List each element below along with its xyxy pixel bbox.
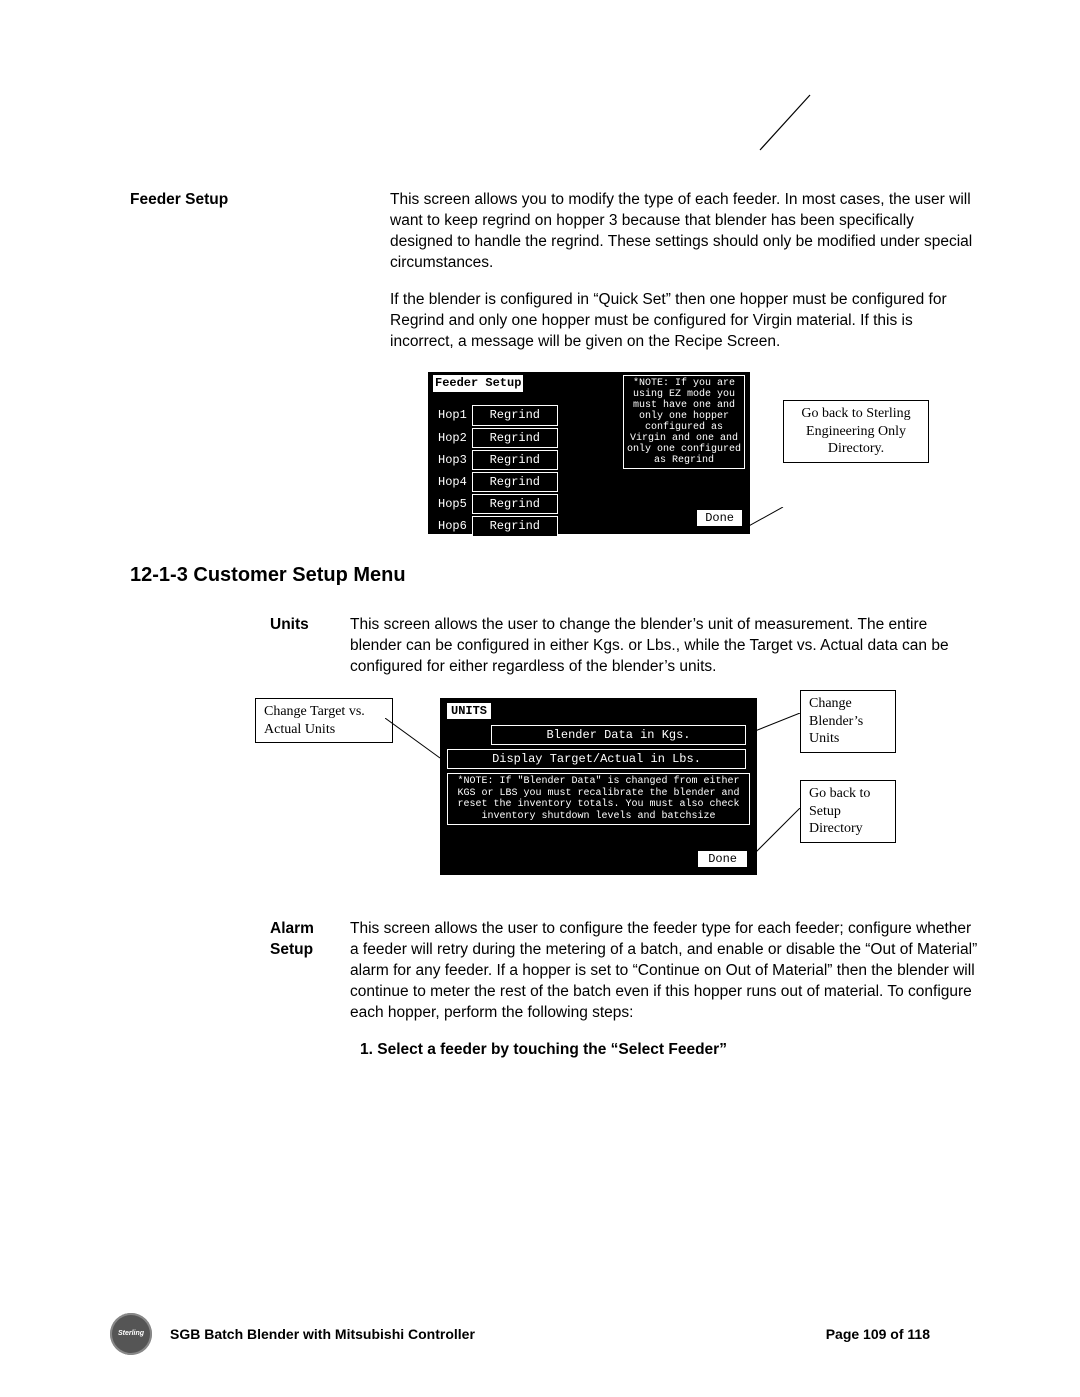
hop-label: Hop3: [435, 450, 470, 470]
sterling-logo-icon: Sterling: [110, 1313, 152, 1355]
hop-label: Hop2: [435, 428, 470, 448]
feeder-note: *NOTE: If you are using EZ mode you must…: [623, 375, 745, 469]
units-callout-tr: Change Blender’s Units: [800, 690, 896, 753]
hop-label: Hop6: [435, 516, 470, 536]
hop-type-button[interactable]: Regrind: [472, 450, 558, 470]
alarm-heading-line2: Setup: [270, 941, 313, 958]
customer-setup-heading: 12-1-3 Customer Setup Menu: [130, 562, 980, 589]
units-note: *NOTE: If "Blender Data" is changed from…: [447, 773, 750, 825]
hopper-table: Hop1Regrind Hop2Regrind Hop3Regrind Hop4…: [433, 403, 560, 538]
alarm-setup-section: Alarm Setup This screen allows the user …: [270, 919, 980, 1040]
page-footer: Sterling SGB Batch Blender with Mitsubis…: [0, 1313, 1080, 1355]
callout-line-icon: [385, 718, 445, 763]
hop-label: Hop5: [435, 494, 470, 514]
hop-label: Hop4: [435, 472, 470, 492]
feeder-setup-para1: This screen allows you to modify the typ…: [390, 190, 980, 274]
alarm-setup-heading: Alarm Setup: [270, 919, 350, 1040]
feeder-setup-body: This screen allows you to modify the typ…: [390, 190, 980, 368]
target-actual-units-button[interactable]: Display Target/Actual in Lbs.: [447, 749, 746, 769]
units-done-button[interactable]: Done: [697, 850, 748, 868]
callout-line-icon: [750, 808, 805, 863]
hop-type-button[interactable]: Regrind: [472, 472, 558, 492]
alarm-para: This screen allows the user to configure…: [350, 919, 980, 1024]
feeder-callout: Go back to Sterling Engineering Only Dir…: [783, 400, 929, 463]
feeder-setup-heading: Feeder Setup: [130, 190, 390, 368]
units-callout-br: Go back to Setup Directory: [800, 780, 896, 843]
feeder-hmi-screen: Feeder Setup Hop1Regrind Hop2Regrind Hop…: [428, 372, 750, 534]
hop-label: Hop1: [435, 405, 470, 425]
callout-line-icon: [750, 713, 805, 738]
slash-mark-icon: [755, 85, 835, 165]
document-page: Feeder Setup This screen allows you to m…: [0, 0, 1080, 1397]
feeder-setup-figure: Feeder Setup Hop1Regrind Hop2Regrind Hop…: [428, 372, 980, 544]
feeder-setup-para2: If the blender is configured in “Quick S…: [390, 290, 980, 353]
footer-title: SGB Batch Blender with Mitsubishi Contro…: [170, 1325, 826, 1344]
units-callout-left: Change Target vs. Actual Units: [255, 698, 393, 743]
units-hmi-screen: UNITS Blender Data in Kgs. Display Targe…: [440, 698, 757, 875]
hop-type-button[interactable]: Regrind: [472, 405, 558, 425]
blender-data-units-button[interactable]: Blender Data in Kgs.: [491, 725, 746, 745]
units-heading: Units: [270, 615, 350, 684]
hop-type-button[interactable]: Regrind: [472, 428, 558, 448]
step-1: 1. Select a feeder by touching the “Sele…: [360, 1040, 980, 1061]
hop-type-button[interactable]: Regrind: [472, 516, 558, 536]
units-figure: Change Target vs. Actual Units UNITS Ble…: [255, 698, 980, 893]
feeder-done-button[interactable]: Done: [696, 509, 743, 527]
feeder-setup-section: Feeder Setup This screen allows you to m…: [130, 190, 980, 368]
units-hmi-title: UNITS: [447, 703, 491, 719]
feeder-hmi-title: Feeder Setup: [433, 375, 523, 391]
alarm-heading-line1: Alarm: [270, 920, 314, 937]
hop-type-button[interactable]: Regrind: [472, 494, 558, 514]
units-section: Units This screen allows the user to cha…: [270, 615, 980, 684]
footer-page-number: Page 109 of 118: [826, 1325, 930, 1344]
units-para: This screen allows the user to change th…: [350, 615, 980, 678]
